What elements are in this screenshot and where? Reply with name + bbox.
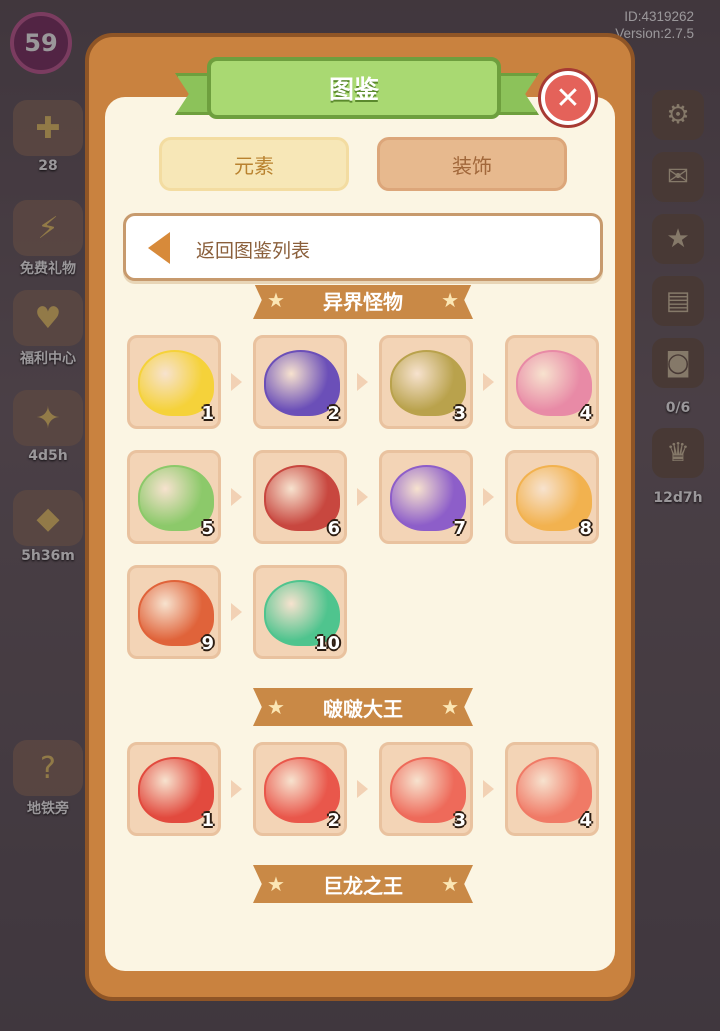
collection-item-card[interactable]: 3 — [379, 335, 473, 429]
item-level-number: 9 — [201, 633, 214, 654]
evolution-arrow-icon — [483, 373, 494, 391]
collection-item-card[interactable]: 5 — [127, 450, 221, 544]
evolution-arrow-icon — [357, 780, 368, 798]
section-banner: ★ 异界怪物 ★ — [253, 285, 473, 319]
item-level-number: 7 — [453, 518, 466, 539]
modal-title: 图鉴 — [207, 57, 501, 119]
item-level-number: 10 — [314, 633, 340, 654]
evolution-arrow-icon — [231, 780, 242, 798]
star-icon: ★ — [441, 288, 459, 312]
evolution-arrow-icon — [231, 603, 242, 621]
evolution-arrow-icon — [357, 373, 368, 391]
collection-item-card[interactable]: 3 — [379, 742, 473, 836]
collection-scroll-area[interactable]: ★ 异界怪物 ★ 1 2 3 4 5 6 7 8 9 10 ★ 啵啵大王 ★ 1 2 3 4 ★ 巨龙之王 ★ — [89, 285, 639, 945]
star-icon: ★ — [267, 872, 285, 896]
collection-modal: 图鉴 ✕ 元素 装饰 返回图鉴列表 ★ 异界怪物 ★ 1 2 3 4 5 6 7 8 9 10 ★ 啵啵大王… — [85, 33, 635, 1001]
collection-item-card[interactable]: 4 — [505, 335, 599, 429]
section-title: 异界怪物 — [323, 289, 403, 314]
star-icon: ★ — [267, 695, 285, 719]
close-button[interactable]: ✕ — [541, 71, 595, 125]
collection-item-card[interactable]: 2 — [253, 335, 347, 429]
item-level-number: 2 — [327, 403, 340, 424]
item-level-number: 5 — [201, 518, 214, 539]
item-level-number: 2 — [327, 810, 340, 831]
tab-bar: 元素 装饰 — [159, 137, 569, 191]
collection-item-card[interactable]: 8 — [505, 450, 599, 544]
section-title: 巨龙之王 — [323, 873, 403, 898]
back-to-list-button[interactable]: 返回图鉴列表 — [123, 213, 603, 281]
collection-item-card[interactable]: 4 — [505, 742, 599, 836]
tab-elements[interactable]: 元素 — [159, 137, 349, 191]
star-icon: ★ — [267, 288, 285, 312]
collection-item-card[interactable]: 2 — [253, 742, 347, 836]
collection-item-card[interactable]: 6 — [253, 450, 347, 544]
item-level-number: 6 — [327, 518, 340, 539]
item-level-number: 1 — [201, 810, 214, 831]
collection-item-card[interactable]: 7 — [379, 450, 473, 544]
star-icon: ★ — [441, 695, 459, 719]
collection-item-card[interactable]: 9 — [127, 565, 221, 659]
back-arrow-icon — [148, 232, 170, 264]
back-to-list-label: 返回图鉴列表 — [196, 240, 311, 262]
tab-decorations[interactable]: 装饰 — [377, 137, 567, 191]
evolution-arrow-icon — [231, 373, 242, 391]
item-level-number: 3 — [453, 810, 466, 831]
item-level-number: 4 — [579, 810, 592, 831]
star-icon: ★ — [441, 872, 459, 896]
item-level-number: 3 — [453, 403, 466, 424]
item-level-number: 1 — [201, 403, 214, 424]
evolution-arrow-icon — [231, 488, 242, 506]
close-icon: ✕ — [555, 80, 581, 116]
collection-item-card[interactable]: 1 — [127, 742, 221, 836]
section-banner: ★ 啵啵大王 ★ — [253, 688, 473, 726]
section-title: 啵啵大王 — [323, 696, 403, 721]
section-banner: ★ 巨龙之王 ★ — [253, 865, 473, 903]
item-level-number: 4 — [579, 403, 592, 424]
evolution-arrow-icon — [357, 488, 368, 506]
item-level-number: 8 — [579, 518, 592, 539]
collection-item-card[interactable]: 1 — [127, 335, 221, 429]
collection-item-card[interactable]: 10 — [253, 565, 347, 659]
evolution-arrow-icon — [483, 780, 494, 798]
evolution-arrow-icon — [483, 488, 494, 506]
